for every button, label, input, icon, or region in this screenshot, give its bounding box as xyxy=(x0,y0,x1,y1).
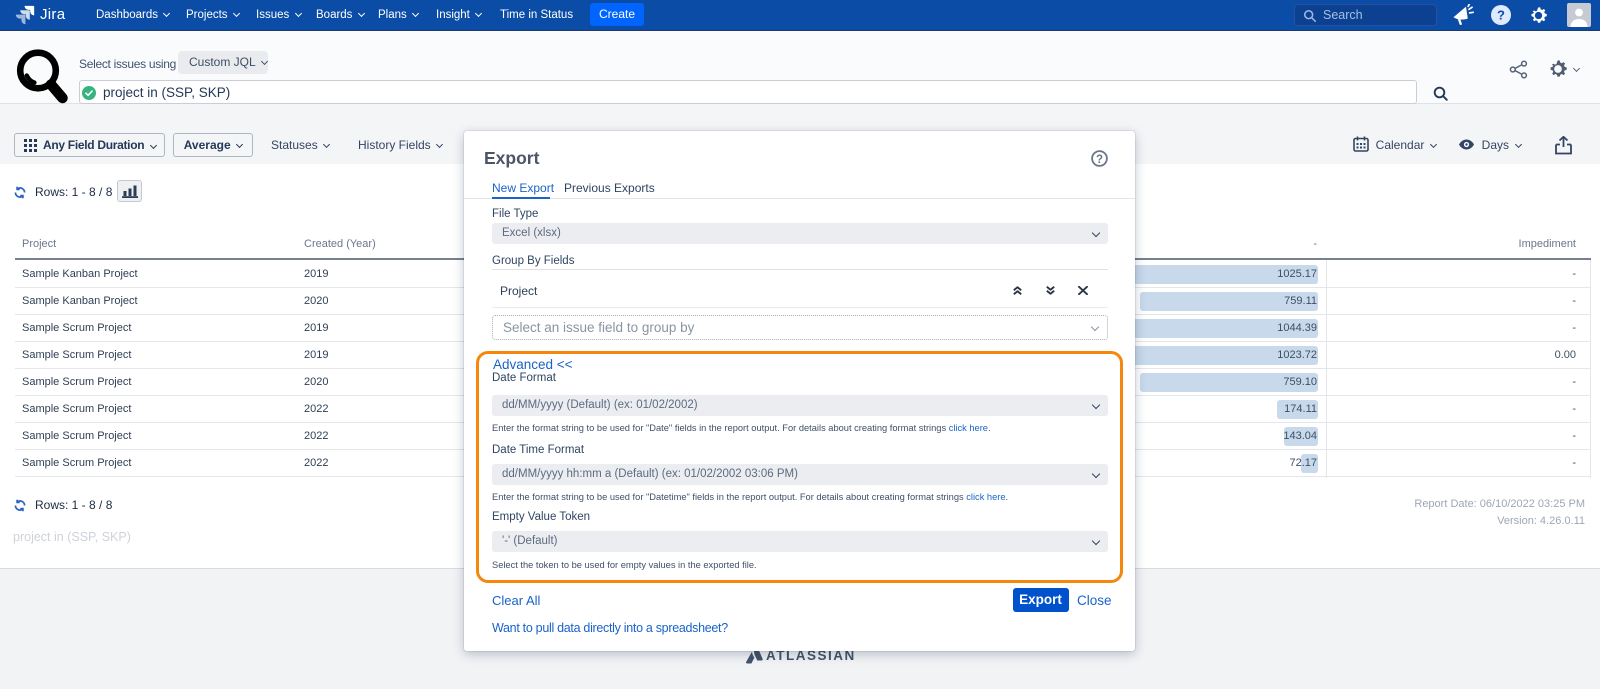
svg-text:?: ? xyxy=(1497,8,1505,23)
svg-text:?: ? xyxy=(1096,154,1103,166)
